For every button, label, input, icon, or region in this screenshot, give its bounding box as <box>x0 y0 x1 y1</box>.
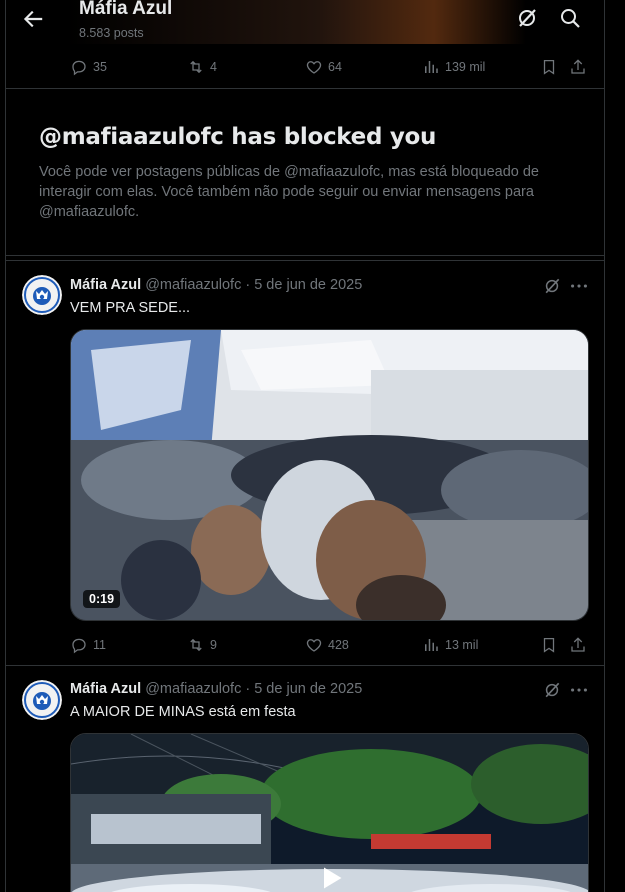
divider <box>6 255 604 256</box>
views-icon <box>425 639 438 651</box>
divider <box>6 88 604 89</box>
author-name[interactable]: Máfia Azul <box>70 681 141 697</box>
avatar[interactable] <box>22 275 62 315</box>
views-button[interactable]: 139 mil <box>422 55 485 79</box>
tweet-text: A MAIOR DE MINAS está em festa <box>70 704 296 720</box>
bookmark-icon[interactable] <box>540 633 558 657</box>
repost-count: 9 <box>210 638 217 652</box>
tweet-header: Máfia Azul @mafiaazulofc · 5 de jun de 2… <box>70 277 362 293</box>
reply-button[interactable]: 35 <box>70 55 107 79</box>
repost-button[interactable]: 9 <box>187 633 217 657</box>
tweet-actions: 11 9 428 13 mil <box>6 633 604 657</box>
more-icon[interactable] <box>568 680 590 700</box>
mafia-azul-logo <box>22 275 62 315</box>
search-icon[interactable] <box>558 6 582 30</box>
reply-icon <box>72 638 86 654</box>
video-duration: 0:19 <box>83 590 121 608</box>
share-icon[interactable] <box>569 633 587 657</box>
blocked-title: @mafiaazulofc has blocked you <box>39 124 437 150</box>
tweet-video[interactable]: 0:19 <box>70 329 589 621</box>
repost-button[interactable]: 4 <box>187 55 217 79</box>
share-icon[interactable] <box>569 55 587 79</box>
arrow-left-icon[interactable] <box>20 6 46 32</box>
tweet-video[interactable] <box>70 733 589 892</box>
reply-count: 11 <box>93 638 106 652</box>
video-thumbnail <box>71 330 588 620</box>
profile-header: Máfia Azul 8.583 posts <box>6 0 604 44</box>
tweet[interactable]: Máfia Azul @mafiaazulofc · 5 de jun de 2… <box>6 666 604 892</box>
previous-tweet-actions: 35 4 64 139 mil <box>6 55 604 79</box>
grok-icon[interactable] <box>542 680 562 700</box>
repost-icon <box>190 638 202 652</box>
like-button[interactable]: 428 <box>305 633 349 657</box>
views-icon <box>425 61 438 73</box>
blocked-description: Você pode ver postagens públicas de @maf… <box>39 164 539 220</box>
repost-count: 4 <box>210 60 217 74</box>
reply-button[interactable]: 11 <box>70 633 106 657</box>
like-count: 64 <box>328 60 342 74</box>
tweet-header: Máfia Azul @mafiaazulofc · 5 de jun de 2… <box>70 681 362 697</box>
tweet-text: VEM PRA SEDE... <box>70 300 191 316</box>
grok-icon[interactable] <box>515 6 539 30</box>
views-button[interactable]: 13 mil <box>422 633 478 657</box>
timeline-column: Máfia Azul 8.583 posts 35 4 64 139 mil @… <box>5 0 605 892</box>
views-count: 13 mil <box>445 638 479 652</box>
author-name[interactable]: Máfia Azul <box>70 277 141 293</box>
reply-icon <box>72 60 86 76</box>
tweet[interactable]: Máfia Azul @mafiaazulofc · 5 de jun de 2… <box>6 261 604 665</box>
more-icon[interactable] <box>568 276 590 296</box>
author-handle[interactable]: @mafiaazulofc <box>145 681 241 697</box>
profile-name: Máfia Azul <box>79 0 173 19</box>
grok-icon[interactable] <box>542 276 562 296</box>
like-button[interactable]: 64 <box>305 55 342 79</box>
heart-icon <box>306 61 322 74</box>
reply-count: 35 <box>93 60 107 74</box>
bookmark-icon[interactable] <box>540 55 558 79</box>
tweet-date[interactable]: · 5 de jun de 2025 <box>245 277 362 293</box>
play-icon[interactable] <box>317 864 345 892</box>
like-count: 428 <box>328 638 349 652</box>
repost-icon <box>190 60 202 74</box>
posts-count: 8.583 posts <box>79 26 144 40</box>
tweet-date[interactable]: · 5 de jun de 2025 <box>245 681 362 697</box>
mafia-azul-logo <box>22 680 62 720</box>
author-handle[interactable]: @mafiaazulofc <box>145 277 241 293</box>
heart-icon <box>306 639 322 652</box>
avatar[interactable] <box>22 680 62 720</box>
views-count: 139 mil <box>445 60 486 74</box>
